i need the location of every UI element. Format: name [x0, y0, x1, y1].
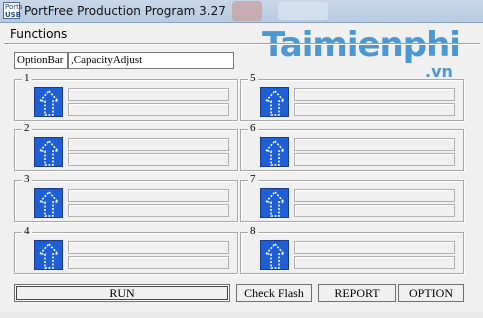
port-2-status-bar [68, 138, 229, 151]
port-5-status-bar [294, 88, 455, 101]
port-2-progress-bar [68, 153, 229, 166]
port-number: 2 [22, 122, 32, 134]
port-5-progress-bar [294, 103, 455, 116]
option-bar-label: OptionBar [14, 52, 68, 69]
report-button[interactable]: REPORT [318, 284, 396, 302]
watermark-logo: Taimienphi [262, 25, 461, 65]
port-8-progress-bar [294, 256, 455, 269]
port-3-progress-bar [68, 204, 229, 217]
up-arrow-icon [265, 191, 285, 217]
port-4-progress-bar [68, 256, 229, 269]
port-number: 8 [248, 225, 258, 237]
port-7-button[interactable] [260, 188, 289, 218]
port-7-status-bar [294, 189, 455, 202]
port-8-status-bar [294, 241, 455, 254]
window-bottom-edge [0, 312, 483, 318]
up-arrow-icon [265, 90, 285, 116]
port-number: 1 [22, 72, 32, 84]
app-icon-text-top: Ports [5, 3, 23, 11]
up-arrow-icon [39, 243, 59, 269]
port-6-status-bar [294, 138, 455, 151]
menu-divider [4, 43, 480, 45]
port-number: 7 [248, 173, 258, 185]
port-panel-3: 3 [14, 173, 238, 222]
port-panel-1: 1 [14, 72, 238, 121]
app-icon-text-bottom: USB [5, 11, 22, 19]
port-number: 5 [248, 72, 258, 84]
functions-menu[interactable]: Functions [10, 27, 67, 41]
port-panel-5: 5 [240, 72, 464, 121]
option-bar-value: ,CapacityAdjust [68, 52, 234, 69]
port-panel-6: 6 [240, 122, 464, 171]
up-arrow-icon [39, 191, 59, 217]
port-5-button[interactable] [260, 87, 289, 117]
port-8-button[interactable] [260, 240, 289, 270]
port-panel-4: 4 [14, 225, 238, 274]
port-7-progress-bar [294, 204, 455, 217]
port-panel-8: 8 [240, 225, 464, 274]
port-number: 6 [248, 122, 258, 134]
up-arrow-icon [265, 140, 285, 166]
run-button[interactable]: RUN [14, 284, 230, 302]
port-1-button[interactable] [34, 87, 63, 117]
port-6-progress-bar [294, 153, 455, 166]
port-1-progress-bar [68, 103, 229, 116]
port-number: 3 [22, 173, 32, 185]
up-arrow-icon [39, 140, 59, 166]
app-icon: Ports USB [3, 2, 23, 19]
title-decoration-2 [278, 2, 328, 20]
up-arrow-icon [39, 90, 59, 116]
port-3-status-bar [68, 189, 229, 202]
port-1-status-bar [68, 88, 229, 101]
port-2-button[interactable] [34, 137, 63, 167]
port-number: 4 [22, 225, 32, 237]
port-3-button[interactable] [34, 188, 63, 218]
port-4-status-bar [68, 241, 229, 254]
app-window: Ports USB PortFree Production Program 3.… [0, 0, 483, 318]
port-6-button[interactable] [260, 137, 289, 167]
port-panel-7: 7 [240, 173, 464, 222]
check-flash-button[interactable]: Check Flash [236, 284, 312, 302]
option-button[interactable]: OPTION [398, 284, 464, 302]
port-panel-2: 2 [14, 122, 238, 171]
title-bar[interactable]: Ports USB PortFree Production Program 3.… [0, 0, 483, 23]
port-4-button[interactable] [34, 240, 63, 270]
title-decoration [232, 1, 262, 21]
up-arrow-icon [265, 243, 285, 269]
window-title: PortFree Production Program 3.27 [24, 4, 226, 18]
